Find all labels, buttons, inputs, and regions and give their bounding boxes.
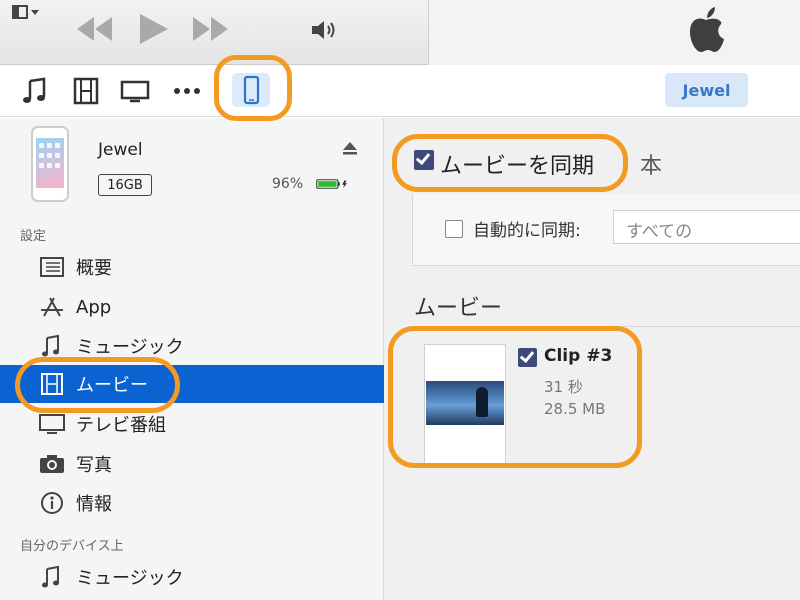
sidebar: Jewel 16GB 96% 設定 概要 App ミュージック ムービー テレビ… (0, 118, 384, 600)
sidebar-item-label: ミュージック (76, 568, 184, 589)
sidebar-item-label: ムービー (76, 375, 148, 396)
status-area (428, 0, 800, 65)
sidebar-item-label: ミュージック (76, 337, 184, 358)
capacity-badge: 16GB (98, 174, 152, 196)
sync-count-label: 本 (640, 154, 663, 179)
sidebar-item-tv[interactable]: テレビ番組 (0, 405, 384, 443)
tv-icon[interactable] (120, 77, 150, 105)
sidebar-item-music[interactable]: ミュージック (0, 327, 384, 365)
main-panel: ムービーを同期 本 自動的に同期: すべての ムービー Clip #3 31 秒… (384, 118, 800, 600)
sidebar-item-overview[interactable]: 概要 (0, 248, 384, 286)
clip-duration: 31 秒 (544, 378, 583, 396)
device-thumbnail (31, 126, 69, 202)
film-icon (41, 373, 63, 395)
sidebar-item-label: App (76, 296, 112, 318)
sidebar-item-app[interactable]: App (0, 288, 384, 326)
volume-icon[interactable] (310, 18, 338, 42)
player-bar (0, 0, 800, 65)
auto-sync-select[interactable]: すべての (613, 210, 800, 244)
rewind-icon[interactable] (75, 14, 115, 44)
sidebar-item-label: 概要 (76, 258, 112, 279)
auto-sync-panel: 自動的に同期: すべての (412, 194, 800, 266)
list-icon (40, 257, 64, 277)
device-name-button[interactable]: Jewel (665, 73, 748, 107)
sync-movies-label: ムービーを同期 (440, 154, 595, 179)
app-store-icon (41, 297, 63, 317)
sidebar-item-label: 情報 (76, 494, 112, 515)
settings-section-label: 設定 (20, 229, 47, 244)
clip-thumbnail (424, 344, 506, 464)
more-icon[interactable] (172, 77, 202, 105)
music-note-icon (42, 334, 59, 357)
device-button[interactable] (232, 73, 270, 107)
clip-checkbox[interactable] (518, 347, 537, 367)
film-icon[interactable] (72, 77, 102, 105)
sidebar-item-label: テレビ番組 (76, 415, 166, 436)
my-device-section-label: 自分のデバイス上 (20, 539, 124, 554)
clip-title: Clip #3 (544, 346, 613, 366)
iphone-icon (243, 75, 260, 105)
auto-sync-label: 自動的に同期: (473, 221, 581, 241)
battery-icon (316, 179, 348, 189)
clip-size: 28.5 MB (544, 400, 606, 418)
sidebar-item-photos[interactable]: 写真 (0, 445, 384, 483)
media-nav-bar: Jewel (0, 65, 800, 117)
menu-toggle-icon[interactable] (12, 5, 42, 21)
device-name: Jewel (98, 140, 143, 160)
info-icon (41, 492, 63, 514)
tv-icon (39, 414, 65, 434)
auto-sync-checkbox[interactable] (445, 220, 463, 238)
apple-logo-icon (690, 7, 724, 52)
sidebar-item-movies[interactable]: ムービー (0, 365, 384, 403)
divider (412, 326, 800, 327)
music-note-icon (42, 565, 59, 588)
sync-movies-checkbox[interactable] (414, 149, 434, 170)
sidebar-item-device-music[interactable]: ミュージック (0, 558, 384, 596)
clip-item[interactable]: Clip #3 31 秒 28.5 MB (424, 344, 800, 464)
music-note-icon[interactable] (20, 77, 50, 105)
sidebar-item-label: 写真 (76, 455, 112, 476)
camera-icon (40, 455, 64, 473)
sidebar-item-info[interactable]: 情報 (0, 484, 384, 522)
battery-percent: 96% (272, 176, 304, 192)
movies-heading: ムービー (414, 296, 503, 321)
play-icon[interactable] (136, 14, 170, 44)
eject-icon[interactable] (342, 140, 358, 156)
fast-forward-icon[interactable] (190, 14, 230, 44)
